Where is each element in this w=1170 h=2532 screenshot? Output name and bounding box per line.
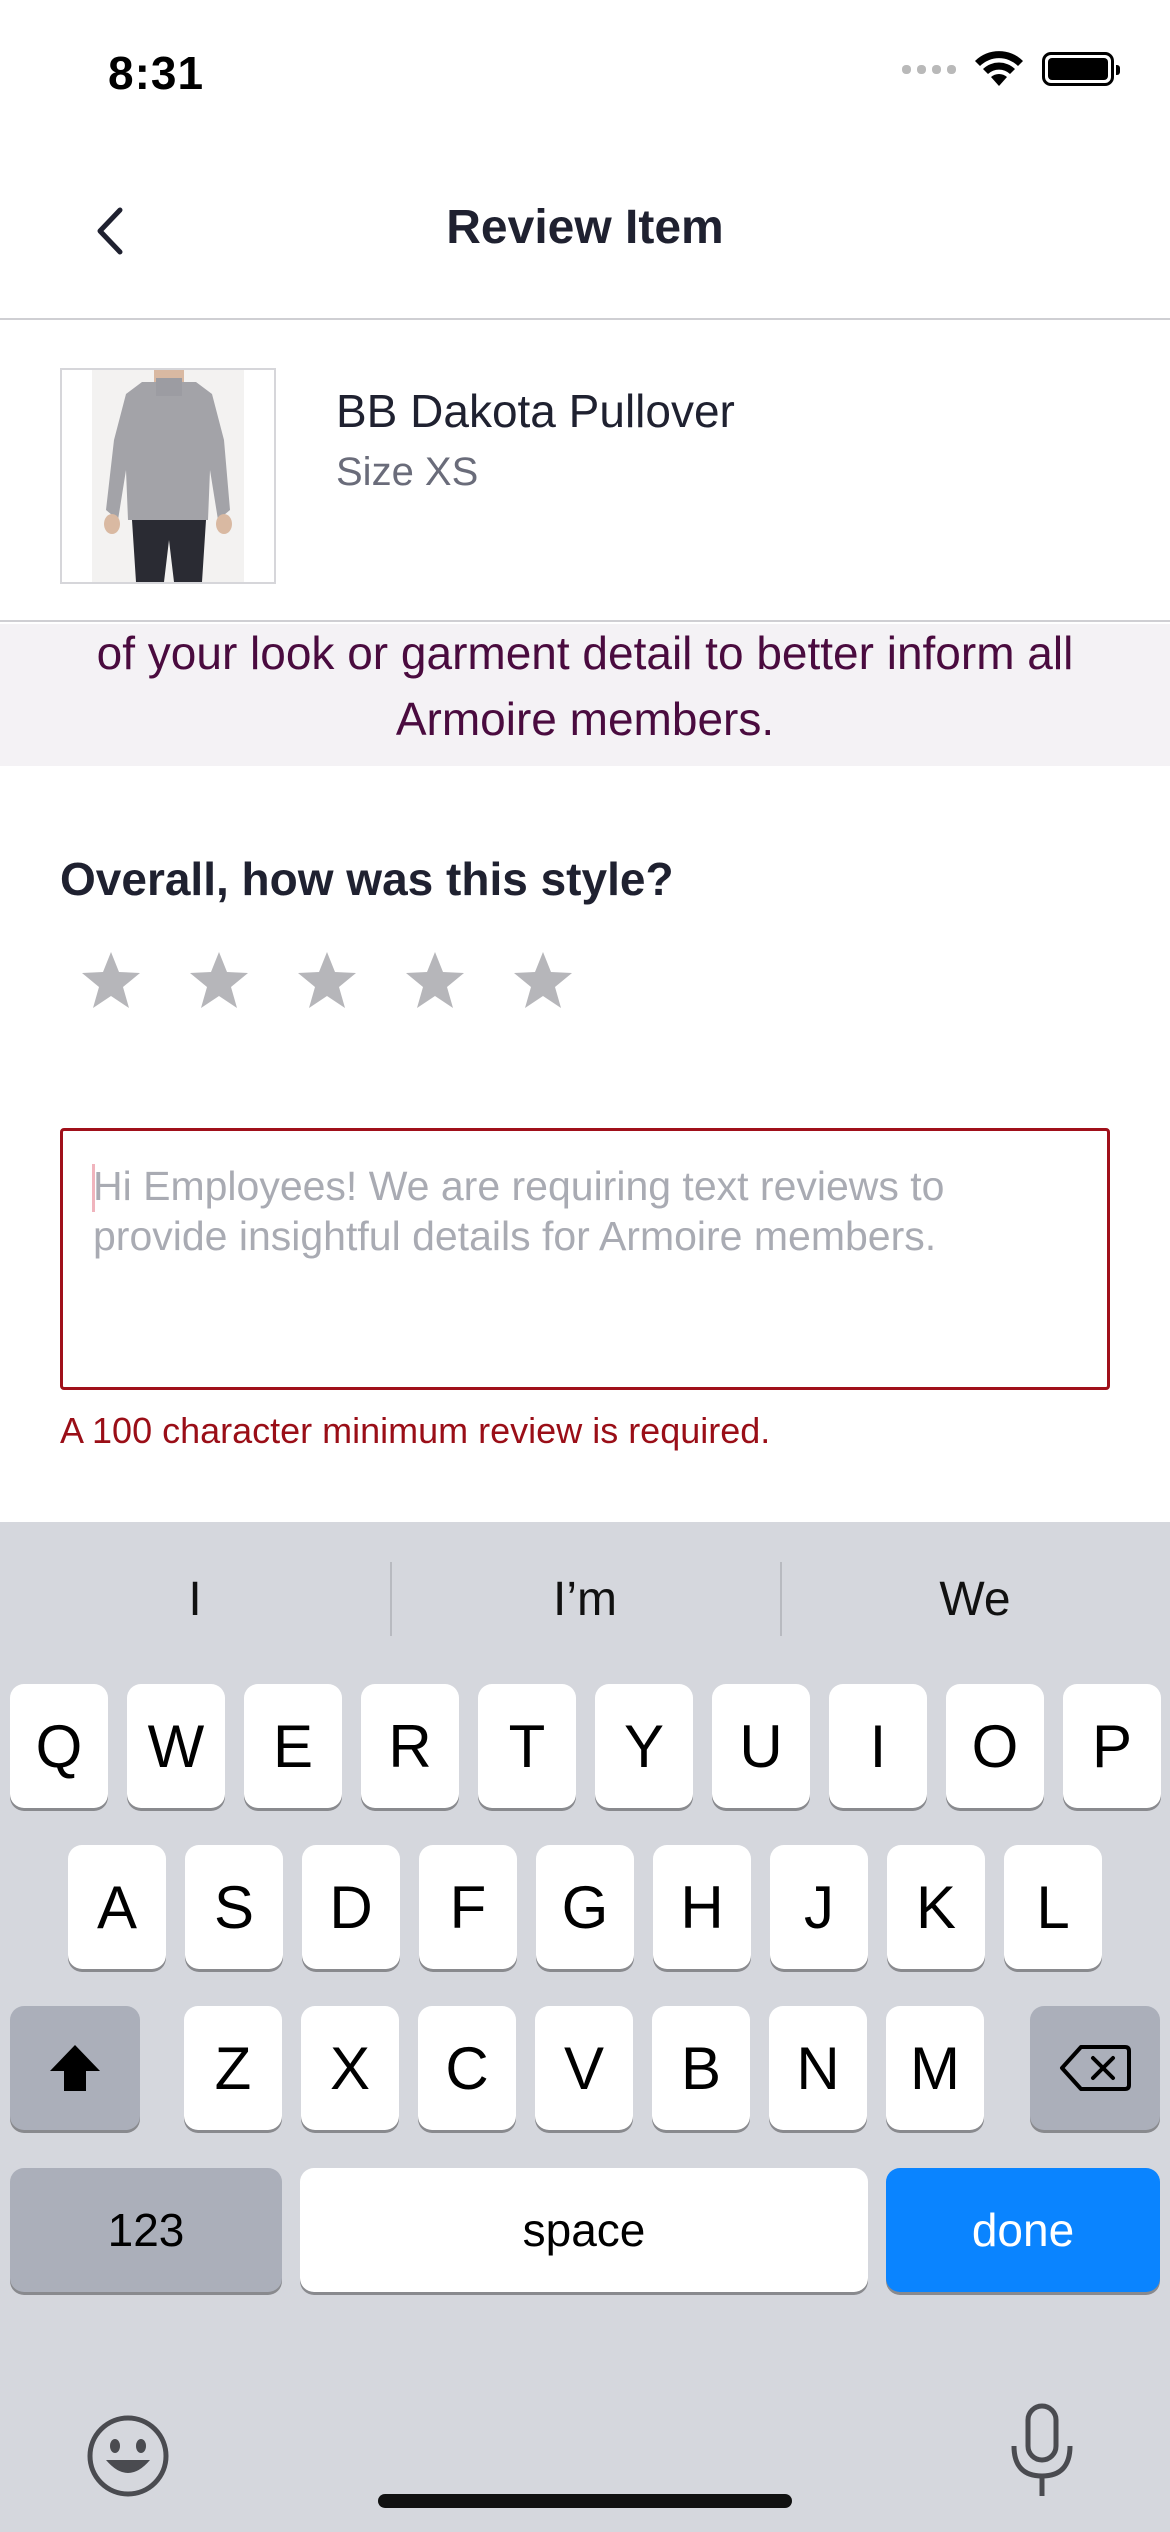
key-u[interactable]: U — [712, 1684, 810, 1808]
star-3-icon[interactable] — [296, 950, 358, 1012]
star-5-icon[interactable] — [512, 950, 574, 1012]
star-rating — [80, 950, 574, 1012]
status-time: 8:31 — [108, 47, 205, 99]
nav-bar: Review Item — [0, 150, 1170, 320]
status-bar: 8:31 — [0, 0, 1170, 140]
key-o[interactable]: O — [946, 1684, 1044, 1808]
key-c[interactable]: C — [418, 2006, 516, 2130]
prediction-3[interactable]: We — [780, 1522, 1170, 1676]
home-indicator — [378, 2494, 792, 2508]
rating-question: Overall, how was this style? — [60, 853, 674, 905]
product-image — [60, 368, 276, 584]
key-x[interactable]: X — [301, 2006, 399, 2130]
key-w[interactable]: W — [127, 1684, 225, 1808]
predictive-text-bar: I I’m We — [0, 1522, 1170, 1676]
key-e[interactable]: E — [244, 1684, 342, 1808]
info-banner-text: of your look or garment detail to better… — [96, 627, 1074, 745]
key-s[interactable]: S — [185, 1845, 283, 1969]
prediction-1[interactable]: I — [0, 1522, 390, 1676]
key-j[interactable]: J — [770, 1845, 868, 1969]
battery-icon — [1042, 52, 1120, 86]
key-d[interactable]: D — [302, 1845, 400, 1969]
key-p[interactable]: P — [1063, 1684, 1161, 1808]
microphone-icon — [1011, 2403, 1073, 2496]
shift-icon — [50, 2045, 100, 2091]
key-y[interactable]: Y — [595, 1684, 693, 1808]
review-input[interactable] — [93, 1161, 1077, 1357]
info-banner: of your look or garment detail to better… — [0, 624, 1170, 766]
key-t[interactable]: T — [478, 1684, 576, 1808]
space-key[interactable]: space — [300, 2168, 868, 2292]
product-summary: BB Dakota Pullover Size XS — [0, 322, 1170, 622]
star-4-icon[interactable] — [404, 950, 466, 1012]
key-r[interactable]: R — [361, 1684, 459, 1808]
star-2-icon[interactable] — [188, 950, 250, 1012]
delete-key[interactable] — [1030, 2006, 1160, 2130]
key-v[interactable]: V — [535, 2006, 633, 2130]
key-b[interactable]: B — [652, 2006, 750, 2130]
key-i[interactable]: I — [829, 1684, 927, 1808]
status-icons — [902, 50, 1120, 88]
text-cursor — [92, 1164, 95, 1212]
emoji-key[interactable] — [84, 2412, 172, 2500]
review-error-message: A 100 character minimum review is requir… — [60, 1410, 771, 1451]
shift-key[interactable] — [10, 2006, 140, 2130]
key-n[interactable]: N — [769, 2006, 867, 2130]
key-h[interactable]: H — [653, 1845, 751, 1969]
page-title: Review Item — [446, 201, 724, 254]
star-1-icon[interactable] — [80, 950, 142, 1012]
emoji-icon — [87, 2415, 169, 2497]
key-f[interactable]: F — [419, 1845, 517, 1969]
key-q[interactable]: Q — [10, 1684, 108, 1808]
key-m[interactable]: M — [886, 2006, 984, 2130]
backspace-icon — [1060, 2045, 1131, 2091]
product-size: Size XS — [336, 450, 479, 494]
product-name: BB Dakota Pullover — [336, 385, 735, 437]
key-k[interactable]: K — [887, 1845, 985, 1969]
key-z[interactable]: Z — [184, 2006, 282, 2130]
key-a[interactable]: A — [68, 1845, 166, 1969]
key-g[interactable]: G — [536, 1845, 634, 1969]
wifi-icon — [975, 51, 1023, 86]
numbers-key[interactable]: 123 — [10, 2168, 282, 2292]
keyboard: I I’m We QWERTYUIOPASDFGHJKLZXCVBNM 123 … — [0, 1522, 1170, 2532]
key-l[interactable]: L — [1004, 1845, 1102, 1969]
done-key[interactable]: done — [886, 2168, 1160, 2292]
dictation-key[interactable] — [1002, 2402, 1082, 2502]
review-textbox-container — [60, 1128, 1110, 1390]
prediction-2[interactable]: I’m — [390, 1522, 780, 1676]
cellular-signal-icon — [902, 64, 956, 74]
